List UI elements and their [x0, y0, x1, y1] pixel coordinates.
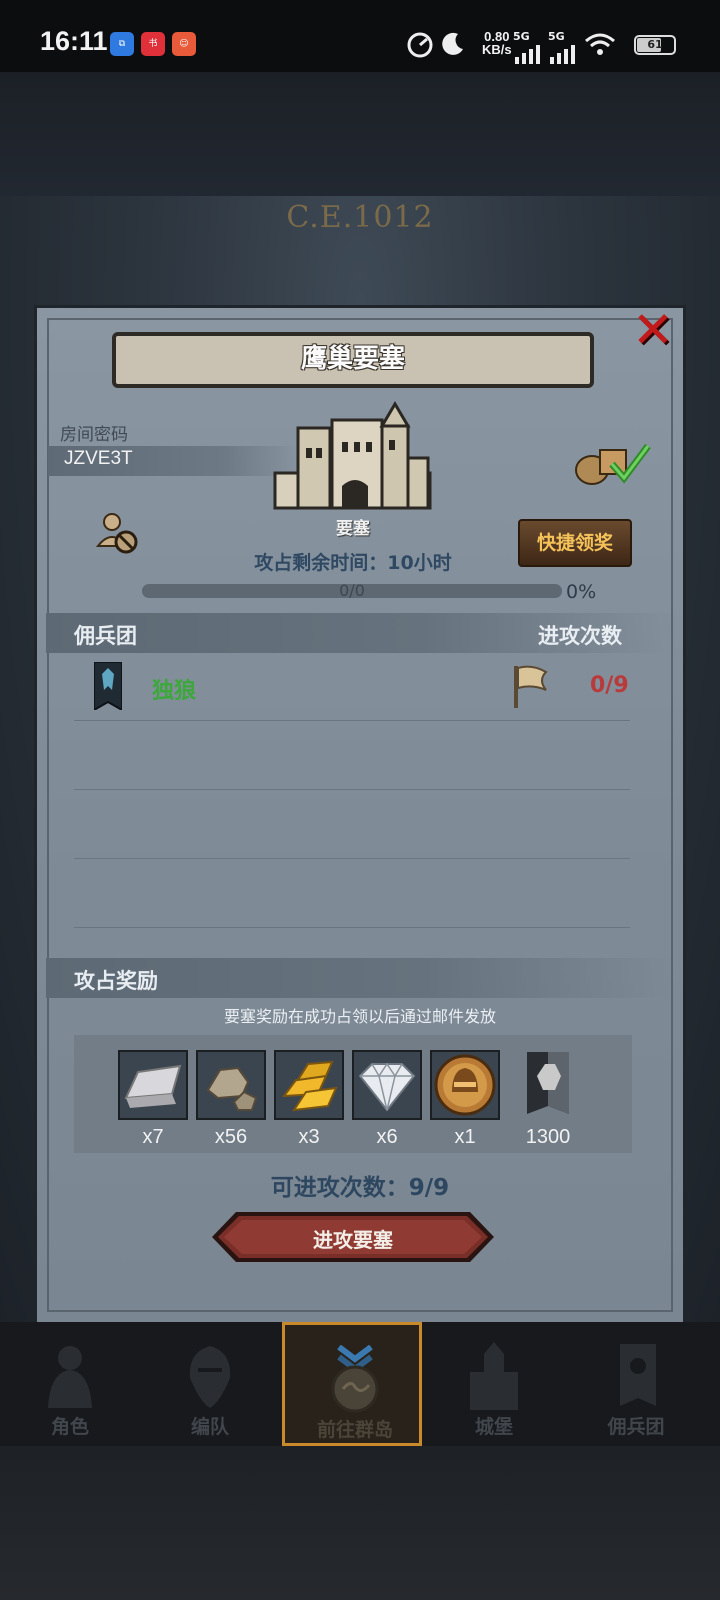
app-mascot-icon: ☺	[172, 32, 196, 56]
moon-icon	[442, 32, 463, 55]
nav-label: 编队	[190, 1416, 229, 1438]
reward-qty: x56	[214, 1126, 248, 1148]
progress-count: 0/0	[339, 581, 365, 600]
battery-icon: 61	[634, 35, 676, 55]
row-divider	[74, 858, 630, 859]
nav-mercenary[interactable]: 佣兵团	[566, 1322, 706, 1446]
speedometer-icon	[407, 32, 433, 58]
reward-qty: x7	[142, 1126, 164, 1148]
status-time: 16:11	[40, 26, 108, 56]
xiaohongshu-icon: 书	[141, 32, 165, 56]
castle-label: 要塞	[336, 519, 370, 539]
diamond-icon	[354, 1052, 420, 1118]
nav-label: 佣兵团	[607, 1416, 665, 1438]
nav-label: 前往群岛	[316, 1419, 393, 1441]
progress-percent: 0%	[566, 581, 597, 603]
remaining-time: 攻占剩余时间：10小时	[254, 552, 452, 574]
reward-item[interactable]: x6	[351, 1050, 423, 1149]
reward-qty: x6	[376, 1126, 398, 1148]
reward-item[interactable]: x56	[195, 1050, 267, 1149]
room-password-label: 房间密码	[60, 425, 128, 445]
mercenary-header: 佣兵团	[74, 624, 137, 648]
bottom-backdrop	[0, 1446, 720, 1600]
ore-icon	[198, 1052, 264, 1118]
dialog-title: 鹰巢要塞	[112, 332, 594, 388]
nav-castle[interactable]: 城堡	[424, 1322, 564, 1446]
mercenary-banner-icon	[527, 1052, 569, 1114]
net-speed: 0.80 KB/s	[482, 29, 512, 57]
guild-name: 独狼	[152, 679, 197, 704]
reward-item[interactable]: 1300	[512, 1050, 584, 1149]
room-code[interactable]: JZVE3T	[64, 448, 133, 470]
guild-attack-count: 0/9	[590, 673, 629, 698]
reward-qty: 1300	[525, 1126, 571, 1148]
mercenary-icon	[620, 1344, 656, 1406]
wolf-banner-icon	[94, 662, 122, 710]
archipelago-icon	[331, 1345, 379, 1413]
nav-label: 城堡	[474, 1416, 513, 1438]
reward-header: 攻占奖励	[74, 969, 158, 993]
attempts-remaining: 可进攻次数：9/9	[270, 1175, 450, 1201]
reward-qty: x1	[454, 1126, 476, 1148]
top-backdrop	[0, 72, 720, 196]
castle-icon	[470, 1342, 518, 1410]
reward-item[interactable]: x1	[429, 1050, 501, 1149]
quick-claim-button[interactable]: 快捷领奖	[518, 519, 632, 567]
gold-bars-icon	[276, 1052, 342, 1118]
user-blocked-icon[interactable]	[94, 510, 140, 556]
close-button[interactable]: ✕	[628, 305, 678, 355]
status-bar: 16:11 ⧉ 书 ☺ 0.80 KB/s 5G 5G 61	[0, 0, 720, 72]
silver-ingot-icon	[120, 1052, 186, 1118]
era-label: C.E.1012	[286, 200, 434, 235]
nav-label: 角色	[50, 1416, 89, 1438]
nav-formation[interactable]: 编队	[140, 1322, 280, 1446]
reward-item[interactable]: x7	[117, 1050, 189, 1149]
wifi-icon	[585, 33, 615, 55]
app-notification-icon: ⧉	[110, 32, 134, 56]
formation-icon	[189, 1346, 231, 1408]
nav-archipelago[interactable]: 前往群岛	[282, 1322, 422, 1446]
attack-count-header: 进攻次数	[538, 624, 622, 648]
loot-bag-check-icon[interactable]	[572, 440, 652, 486]
signal-2-icon: 5G	[548, 30, 578, 65]
fortress-castle-icon	[273, 401, 432, 510]
helmet-coin-icon	[432, 1052, 498, 1118]
reward-note: 要塞奖励在成功占领以后通过邮件发放	[223, 1007, 496, 1026]
character-icon	[48, 1346, 92, 1408]
row-divider	[74, 720, 630, 721]
row-divider	[74, 927, 630, 928]
signal-1-icon: 5G	[513, 30, 543, 65]
reward-qty: x3	[298, 1126, 320, 1148]
nav-character[interactable]: 角色	[0, 1322, 140, 1446]
row-divider	[74, 789, 630, 790]
attack-flag-icon	[514, 665, 548, 708]
attack-button-label[interactable]: 进攻要塞	[212, 1224, 494, 1253]
reward-item[interactable]: x3	[273, 1050, 345, 1149]
